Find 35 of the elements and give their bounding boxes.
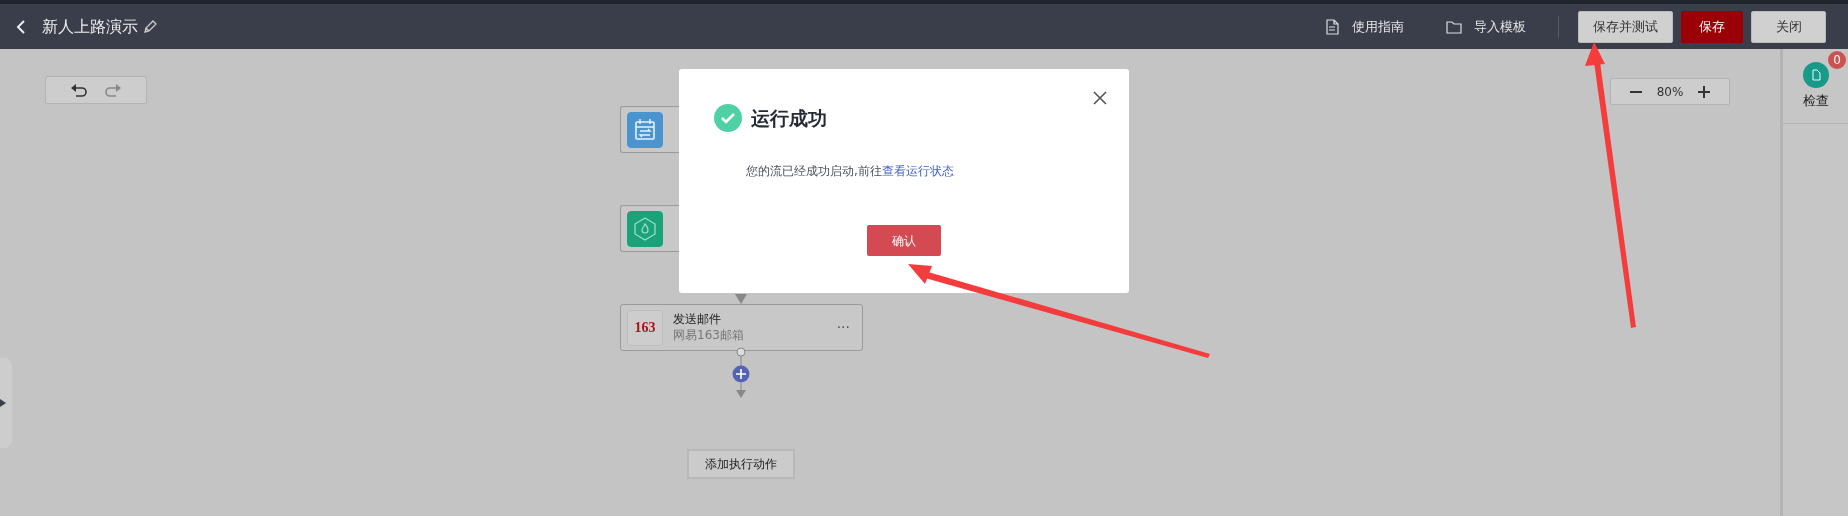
expand-icon[interactable] bbox=[0, 399, 6, 407]
dialog-title: 运行成功 bbox=[751, 106, 827, 131]
node-subtitle: 网易163邮箱 bbox=[673, 327, 744, 344]
success-icon bbox=[714, 104, 742, 133]
expand-panel-tab[interactable] bbox=[0, 358, 12, 448]
flow-node[interactable] bbox=[620, 205, 679, 252]
zoom-in-icon[interactable] bbox=[1697, 84, 1712, 99]
add-action-button[interactable]: 添加执行动作 bbox=[687, 449, 795, 479]
connector-arrow bbox=[735, 294, 747, 304]
pencil-icon[interactable] bbox=[142, 18, 158, 35]
node-title: 发送邮件 bbox=[673, 311, 721, 328]
add-node-icon[interactable] bbox=[732, 365, 750, 383]
save-button[interactable]: 保存 bbox=[1681, 10, 1743, 43]
confirm-button[interactable]: 确认 bbox=[867, 225, 941, 256]
toolbar-button[interactable]: 保存并测试 bbox=[1578, 10, 1673, 43]
document-icon[interactable] bbox=[1324, 18, 1340, 35]
toolbar-link[interactable]: 导入模板 bbox=[1474, 16, 1526, 37]
close-icon[interactable] bbox=[1093, 91, 1107, 105]
flow-title: 新人上路演示 bbox=[42, 15, 138, 38]
toolbar-button[interactable]: 关闭 bbox=[1751, 10, 1826, 43]
flow-node[interactable] bbox=[620, 106, 679, 153]
connector-line bbox=[736, 347, 746, 366]
toolbar-link[interactable]: 使用指南 bbox=[1352, 16, 1404, 37]
flow-node[interactable]: 163 发送邮件 网易163邮箱 ··· bbox=[620, 304, 863, 351]
calendar-icon bbox=[627, 111, 663, 148]
undo-icon[interactable] bbox=[70, 82, 88, 98]
mail-logo: 163 bbox=[627, 309, 663, 346]
status-link[interactable]: 查看运行状态 bbox=[881, 164, 954, 178]
check-label[interactable]: 检查 bbox=[1802, 91, 1829, 111]
zoom-level: 80% bbox=[1656, 83, 1684, 101]
dialog-message: 您的流已经成功启动,前往查看运行状态 bbox=[746, 163, 954, 180]
more-menu[interactable]: ··· bbox=[836, 317, 850, 338]
connector-arrow bbox=[735, 383, 747, 399]
back-icon[interactable] bbox=[16, 19, 26, 34]
folder-icon[interactable] bbox=[1446, 18, 1462, 35]
